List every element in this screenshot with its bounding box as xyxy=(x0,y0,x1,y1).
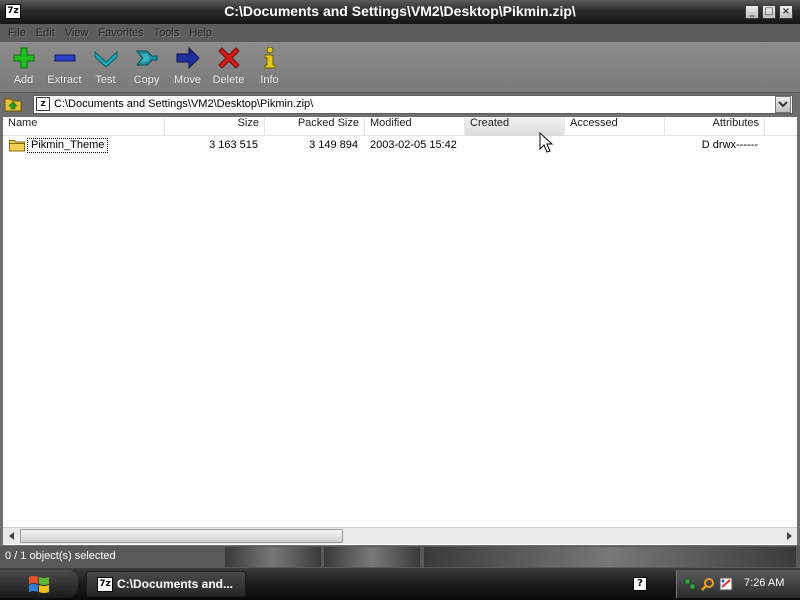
file-list[interactable]: Name Size Packed Size Modified Created A… xyxy=(3,117,797,545)
status-segment xyxy=(324,547,420,567)
attributes-cell: D drwx------ xyxy=(701,139,758,151)
test-button[interactable]: Test xyxy=(85,46,126,92)
delete-label: Delete xyxy=(212,74,245,86)
x-icon xyxy=(217,46,241,70)
chevron-right-icon xyxy=(786,532,792,540)
size-cell: 3 163 515 xyxy=(209,139,258,151)
network-icon[interactable] xyxy=(683,577,697,591)
add-label: Add xyxy=(13,74,34,86)
title-bar[interactable]: 7z C:\Documents and Settings\VM2\Desktop… xyxy=(0,0,800,24)
system-tray: 7:26 AM xyxy=(676,570,800,598)
status-segment xyxy=(424,547,796,567)
taskbar: 7z C:\Documents and... ? 7:26 AM xyxy=(0,568,800,600)
chevron-left-icon xyxy=(8,532,14,540)
double-arrow-icon xyxy=(135,46,159,70)
packed-size-cell: 3 149 894 xyxy=(309,139,358,151)
status-bar: 0 / 1 object(s) selected xyxy=(0,546,800,568)
address-bar: Z C:\Documents and Settings\VM2\Desktop\… xyxy=(0,93,800,116)
7zip-window: 7z C:\Documents and Settings\VM2\Desktop… xyxy=(0,0,800,568)
info-icon xyxy=(258,46,282,70)
move-button[interactable]: Move xyxy=(167,46,208,92)
column-name[interactable]: Name xyxy=(3,117,165,136)
maximize-button[interactable]: □ xyxy=(762,5,776,19)
address-dropdown-button[interactable] xyxy=(775,96,791,113)
mouse-cursor-icon xyxy=(539,132,553,153)
menu-bar: File Edit View Favorites Tools Help xyxy=(0,24,800,42)
address-text: C:\Documents and Settings\VM2\Desktop\Pi… xyxy=(54,98,314,110)
plus-icon xyxy=(12,46,36,70)
column-attributes[interactable]: Attributes xyxy=(665,117,765,136)
minimize-button[interactable]: _ xyxy=(745,5,759,19)
menu-favorites[interactable]: Favorites xyxy=(98,27,143,39)
test-label: Test xyxy=(95,74,116,86)
toolbar: Add Extract Test Copy Move Delete Info xyxy=(0,42,800,93)
zip-archive-icon: Z xyxy=(36,97,50,111)
horizontal-scrollbar[interactable] xyxy=(3,527,797,544)
menu-file[interactable]: File xyxy=(8,27,26,39)
minus-icon xyxy=(53,46,77,70)
status-segment xyxy=(225,547,321,567)
column-modified[interactable]: Modified xyxy=(365,117,465,136)
delete-button[interactable]: Delete xyxy=(208,46,249,92)
check-chevron-icon xyxy=(94,46,118,70)
close-button[interactable]: × xyxy=(779,5,793,19)
address-input[interactable]: Z C:\Documents and Settings\VM2\Desktop\… xyxy=(33,95,793,114)
scroll-left-button[interactable] xyxy=(3,528,20,544)
start-button[interactable] xyxy=(0,570,78,598)
arrow-right-icon xyxy=(176,46,200,70)
column-size[interactable]: Size xyxy=(165,117,265,136)
clock[interactable]: 7:26 AM xyxy=(744,577,784,589)
windows-logo-icon xyxy=(29,576,49,593)
table-row[interactable]: Pikmin_Theme 3 163 515 3 149 894 2003-02… xyxy=(3,137,797,155)
search-icon[interactable] xyxy=(701,577,715,591)
menu-view[interactable]: View xyxy=(65,27,89,39)
up-folder-icon[interactable] xyxy=(4,96,22,112)
status-text: 0 / 1 object(s) selected xyxy=(5,550,116,562)
column-packed-size[interactable]: Packed Size xyxy=(265,117,365,136)
tray-app-icon[interactable] xyxy=(719,577,733,591)
menu-edit[interactable]: Edit xyxy=(36,27,55,39)
add-button[interactable]: Add xyxy=(3,46,44,92)
window-title: C:\Documents and Settings\VM2\Desktop\Pi… xyxy=(224,3,576,19)
taskbar-button-label: C:\Documents and... xyxy=(117,577,234,591)
scroll-right-button[interactable] xyxy=(780,528,797,544)
scroll-thumb[interactable] xyxy=(20,529,343,543)
menu-help[interactable]: Help xyxy=(189,27,212,39)
copy-label: Copy xyxy=(133,74,160,86)
name-cell[interactable]: Pikmin_Theme xyxy=(9,138,109,153)
info-label: Info xyxy=(260,74,279,86)
menu-tools[interactable]: Tools xyxy=(154,27,180,39)
taskbar-7zip-button[interactable]: 7z C:\Documents and... xyxy=(86,571,246,597)
help-icon[interactable]: ? xyxy=(633,577,647,591)
file-name: Pikmin_Theme xyxy=(27,138,109,153)
move-label: Move xyxy=(174,74,201,86)
info-button[interactable]: Info xyxy=(249,46,290,92)
extract-button[interactable]: Extract xyxy=(44,46,85,92)
copy-button[interactable]: Copy xyxy=(126,46,167,92)
folder-icon xyxy=(9,140,25,152)
column-accessed[interactable]: Accessed xyxy=(565,117,665,136)
list-header: Name Size Packed Size Modified Created A… xyxy=(3,117,797,136)
chevron-down-icon xyxy=(778,101,788,108)
extract-label: Extract xyxy=(47,74,82,86)
modified-cell: 2003-02-05 15:42 xyxy=(370,139,457,151)
7zip-icon: 7z xyxy=(97,577,113,592)
